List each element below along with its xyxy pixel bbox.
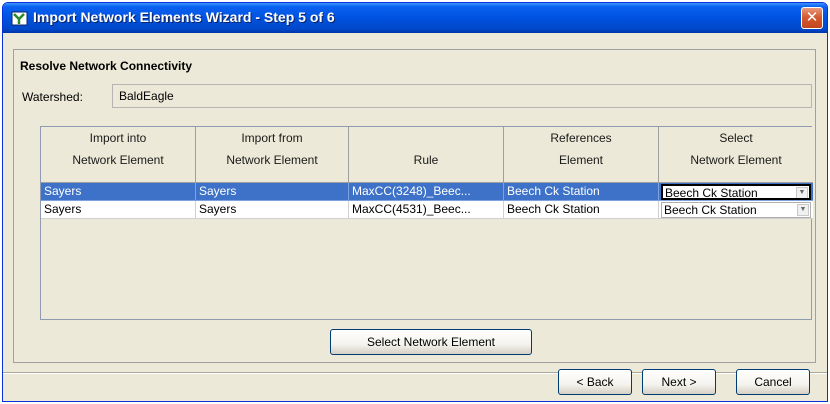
watershed-field: BaldEagle: [112, 84, 812, 108]
chevron-down-icon[interactable]: ▼: [797, 204, 809, 216]
cancel-button[interactable]: Cancel: [736, 369, 810, 395]
section-title: Resolve Network Connectivity: [20, 59, 193, 73]
table-row[interactable]: Sayers Sayers MaxCC(4531)_Beec... Beech …: [41, 201, 813, 219]
cell-import-from[interactable]: Sayers: [196, 201, 349, 219]
column-header-import-into[interactable]: Import into Network Element: [41, 127, 196, 183]
back-button[interactable]: < Back: [558, 369, 632, 395]
column-header-import-from[interactable]: Import from Network Element: [196, 127, 349, 183]
watershed-label: Watershed:: [22, 90, 83, 104]
cell-import-into[interactable]: Sayers: [41, 183, 196, 201]
chevron-down-icon[interactable]: ▼: [796, 187, 808, 198]
column-header-select[interactable]: Select Network Element: [659, 127, 813, 183]
table-header: Import into Network Element Import from Ne…: [41, 127, 813, 183]
title-bar: Import Network Elements Wizard - Step 5 …: [3, 3, 827, 33]
connectivity-panel: Resolve Network Connectivity Watershed: …: [13, 49, 816, 363]
network-element-select[interactable]: Beech Ck Station ▼: [661, 202, 811, 218]
cell-import-into[interactable]: Sayers: [41, 201, 196, 219]
cell-references[interactable]: Beech Ck Station: [504, 183, 659, 201]
next-button[interactable]: Next >: [642, 369, 716, 395]
cell-import-from[interactable]: Sayers: [196, 183, 349, 201]
close-button[interactable]: ✕: [801, 7, 823, 29]
column-header-references[interactable]: References Element: [504, 127, 659, 183]
cell-references[interactable]: Beech Ck Station: [504, 201, 659, 219]
wizard-content: Resolve Network Connectivity Watershed: …: [3, 33, 827, 401]
connectivity-table[interactable]: Import into Network Element Import from Ne…: [40, 126, 813, 320]
table-row[interactable]: Sayers Sayers MaxCC(3248)_Beec... Beech …: [41, 183, 813, 201]
wizard-window: Import Network Elements Wizard - Step 5 …: [2, 2, 828, 402]
column-header-rule[interactable]: Rule: [349, 127, 504, 183]
select-network-element-button[interactable]: Select Network Element: [330, 329, 532, 355]
wizard-app-icon: [11, 10, 28, 27]
network-element-select[interactable]: Beech Ck Station ▼: [661, 184, 811, 200]
window-title: Import Network Elements Wizard - Step 5 …: [33, 9, 335, 25]
cell-rule[interactable]: MaxCC(4531)_Beec...: [349, 201, 504, 219]
close-icon: ✕: [805, 9, 819, 26]
cell-rule[interactable]: MaxCC(3248)_Beec...: [349, 183, 504, 201]
